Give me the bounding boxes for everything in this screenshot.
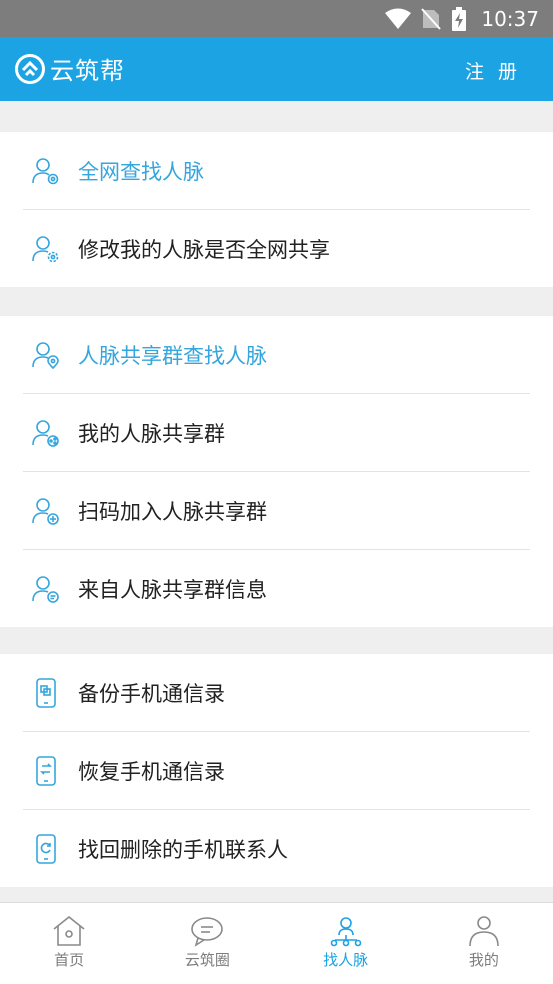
wifi-icon	[385, 8, 412, 29]
logo-icon	[15, 53, 45, 84]
menu-item-share-settings[interactable]: 修改我的人脉是否全网共享	[23, 210, 530, 287]
menu-item-recover-deleted[interactable]: 找回删除的手机联系人	[23, 810, 530, 887]
menu-item-group-search[interactable]: 人脉共享群查找人脉	[23, 316, 530, 394]
menu-item-restore-contacts[interactable]: 恢复手机通信录	[23, 732, 530, 810]
user-icon	[469, 916, 499, 947]
tab-home[interactable]: 首页	[0, 903, 138, 984]
group-network-search: 全网查找人脉 修改我的人脉是否全网共享	[0, 132, 553, 287]
phone-recover-icon	[30, 833, 62, 865]
menu-item-label: 人脉共享群查找人脉	[78, 343, 267, 368]
tab-yunzhu-circle[interactable]: 云筑圈	[138, 903, 276, 984]
status-icons: 10:37	[385, 6, 539, 32]
register-button[interactable]: 注 册	[465, 57, 521, 84]
person-add-icon	[30, 495, 62, 527]
menu-item-backup-contacts[interactable]: 备份手机通信录	[23, 654, 530, 732]
tab-label: 云筑圈	[184, 951, 230, 969]
status-time: 10:37	[481, 7, 539, 31]
network-icon	[330, 917, 361, 947]
menu-item-search-all-network[interactable]: 全网查找人脉	[23, 132, 530, 210]
chat-bubble-icon	[191, 917, 224, 947]
menu-item-label: 我的人脉共享群	[78, 421, 225, 446]
person-share-icon	[30, 417, 62, 449]
person-message-icon	[30, 573, 62, 605]
no-sim-icon	[421, 8, 442, 30]
menu-item-label: 全网查找人脉	[78, 159, 204, 184]
menu-item-label: 恢复手机通信录	[78, 759, 225, 784]
home-icon	[53, 915, 85, 946]
bottom-tab-bar: 首页 云筑圈 找人脉 我的	[0, 902, 553, 984]
menu-item-label: 来自人脉共享群信息	[78, 577, 267, 602]
tab-label: 找人脉	[323, 951, 369, 969]
app-logo: 云筑帮	[14, 51, 125, 86]
menu-item-label: 修改我的人脉是否全网共享	[78, 237, 330, 262]
app-title: 云筑帮	[50, 57, 125, 85]
battery-charging-icon	[452, 7, 467, 31]
person-at-icon	[30, 155, 62, 187]
menu-item-label: 备份手机通信录	[78, 681, 225, 706]
menu-item-label: 扫码加入人脉共享群	[78, 499, 267, 524]
phone-backup-icon	[30, 677, 62, 709]
person-gear-icon	[30, 233, 62, 265]
tab-label: 首页	[54, 951, 85, 969]
status-bar: 10:37	[0, 0, 553, 37]
menu-item-my-share-groups[interactable]: 我的人脉共享群	[23, 394, 530, 472]
app-bar: 云筑帮 注 册	[0, 37, 553, 101]
group-contacts: 备份手机通信录 恢复手机通信录 找回删除的手机联系人	[0, 654, 553, 887]
phone-restore-icon	[30, 755, 62, 787]
group-share-groups: 人脉共享群查找人脉 我的人脉共享群 扫码加入人脉共享群 来自人脉共享群信息	[0, 316, 553, 627]
menu-item-label: 找回删除的手机联系人	[78, 837, 288, 862]
tab-label: 我的	[468, 951, 499, 969]
menu-item-group-messages[interactable]: 来自人脉共享群信息	[23, 550, 530, 627]
tab-find-contacts[interactable]: 找人脉	[277, 903, 415, 984]
tab-mine[interactable]: 我的	[415, 903, 553, 984]
menu-item-scan-join-group[interactable]: 扫码加入人脉共享群	[23, 472, 530, 550]
person-location-icon	[30, 339, 62, 371]
